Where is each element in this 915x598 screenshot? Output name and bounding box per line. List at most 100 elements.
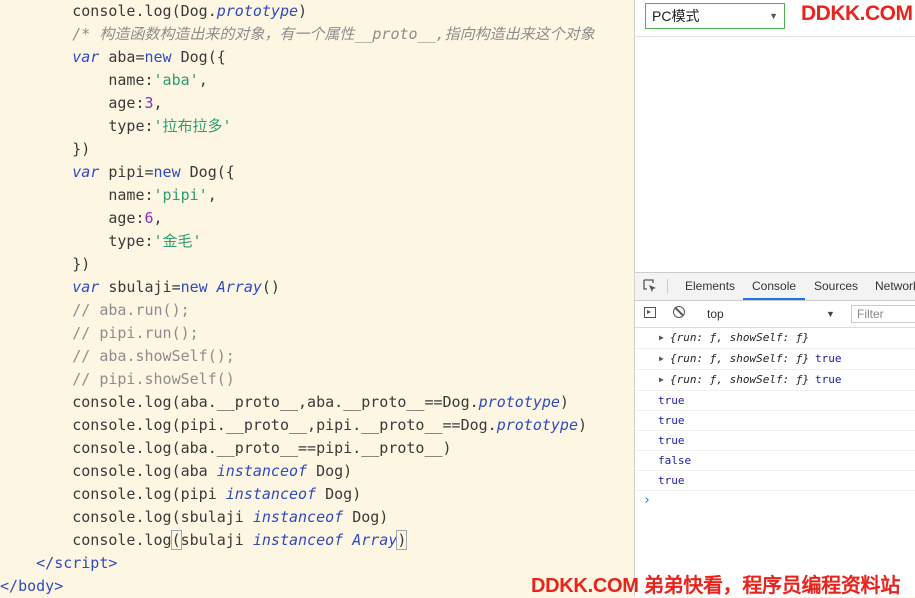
- console-output: ▶ {run: ƒ, showSelf: ƒ} ▶ {run: ƒ, showSelf…: [635, 328, 915, 510]
- object-preview: {run: ƒ, showSelf: ƒ}: [670, 331, 810, 344]
- code-token: Dog({: [180, 163, 235, 181]
- code-token: >: [108, 554, 118, 572]
- code-token: console.log(pipi: [72, 485, 226, 503]
- code-token: console.log(Dog.: [72, 2, 217, 20]
- code-line: console.log(sbulaji instanceof Dog): [0, 506, 388, 529]
- mode-select[interactable]: PC模式 ▼: [645, 3, 785, 29]
- page-viewport: [635, 36, 915, 249]
- code-line: // aba.showSelf();: [0, 345, 235, 368]
- code-token: // pipi.showSelf(): [72, 370, 235, 388]
- watermark-banner: DDKK.COM 弟弟快看，程序员编程资料站: [531, 575, 900, 597]
- chevron-down-icon[interactable]: ▼: [826, 301, 835, 327]
- code-token: var: [72, 163, 100, 181]
- console-value: true: [658, 474, 685, 487]
- console-prompt-row[interactable]: ›: [635, 491, 915, 510]
- code-line: age:6,: [0, 207, 163, 230]
- console-message[interactable]: ▶ {run: ƒ, showSelf: ƒ} true: [635, 370, 915, 391]
- code-token: (): [261, 278, 280, 296]
- console-message: true: [635, 391, 915, 411]
- code-token: prototype: [496, 416, 578, 434]
- expand-arrow-icon[interactable]: ▶: [659, 349, 664, 369]
- code-token: Dog): [343, 508, 389, 526]
- console-message[interactable]: ▶ {run: ƒ, showSelf: ƒ}: [635, 328, 915, 349]
- code-token: /* 构造函数构造出来的对象，有一个属性__proto__,指向构造出来这个对象: [72, 25, 595, 43]
- devtools-panel: Elements Console Sources Network top ▼ F…: [635, 272, 915, 597]
- code-token: new: [144, 48, 172, 66]
- code-token: ): [577, 416, 588, 434]
- sidebar-toggle-icon[interactable]: [644, 307, 656, 318]
- code-line: type:'金毛': [0, 230, 202, 253]
- code-token: instanceof: [252, 508, 344, 526]
- code-token: 'aba': [153, 71, 199, 89]
- code-token: </: [36, 554, 55, 572]
- code-token: new: [180, 278, 208, 296]
- object-preview: {run: ƒ, showSelf: ƒ}: [670, 373, 810, 386]
- code-line: // pipi.showSelf(): [0, 368, 235, 391]
- tab-elements[interactable]: Elements: [685, 273, 735, 300]
- console-message: true: [635, 471, 915, 491]
- code-token: ,: [198, 71, 208, 89]
- code-line: console.log(aba.__proto__==pipi.__proto_…: [0, 437, 452, 460]
- code-token: console.log(aba.__proto__==pipi.__proto_…: [72, 439, 452, 457]
- expand-arrow-icon[interactable]: ▶: [659, 328, 664, 348]
- code-token: name:: [108, 186, 154, 204]
- code-token: ,: [153, 209, 163, 227]
- code-token: var: [72, 48, 100, 66]
- console-value: true: [658, 414, 685, 427]
- code-token: age:: [108, 209, 145, 227]
- filter-input[interactable]: Filter: [851, 305, 915, 323]
- code-token: '拉布拉多': [153, 117, 232, 135]
- code-token: prototype: [216, 2, 299, 20]
- code-token: // aba.showSelf();: [72, 347, 235, 365]
- code-editor[interactable]: console.log(Dog.prototype) /* 构造函数构造出来的对…: [0, 0, 634, 596]
- code-token: prototype: [478, 393, 560, 411]
- code-token: ,: [207, 186, 217, 204]
- code-token: script: [54, 554, 109, 572]
- code-line: console.log(pipi instanceof Dog): [0, 483, 361, 506]
- code-token: // aba.run();: [72, 301, 190, 319]
- code-line: name:'aba',: [0, 69, 208, 92]
- code-line: var aba=new Dog({: [0, 46, 226, 69]
- inspect-element-icon[interactable]: [643, 279, 657, 293]
- clear-console-icon[interactable]: [673, 306, 685, 318]
- tab-sources[interactable]: Sources: [814, 273, 858, 300]
- code-token: '金毛': [153, 232, 202, 250]
- code-token: name:: [108, 71, 154, 89]
- tab-divider: [667, 279, 668, 294]
- code-token: ): [396, 530, 408, 550]
- code-token: sbulaji: [180, 531, 253, 549]
- tab-network[interactable]: Network: [875, 273, 915, 300]
- code-token: 'pipi': [153, 186, 208, 204]
- tab-console[interactable]: Console: [743, 273, 806, 300]
- code-line: type:'拉布拉多': [0, 115, 232, 138]
- code-line: // pipi.run();: [0, 322, 198, 345]
- console-message[interactable]: ▶ {run: ƒ, showSelf: ƒ} true: [635, 349, 915, 370]
- context-selector[interactable]: top: [707, 301, 724, 327]
- code-token: Array: [352, 531, 398, 549]
- code-line: }): [0, 138, 90, 161]
- code-line: // aba.run();: [0, 299, 190, 322]
- code-token: Dog({: [171, 48, 226, 66]
- prompt-chevron-icon: ›: [643, 493, 651, 508]
- code-token: </: [0, 577, 19, 595]
- code-token: pipi=: [99, 163, 154, 181]
- code-token: sbulaji=: [99, 278, 181, 296]
- expand-arrow-icon[interactable]: ▶: [659, 370, 664, 390]
- code-line: name:'pipi',: [0, 184, 217, 207]
